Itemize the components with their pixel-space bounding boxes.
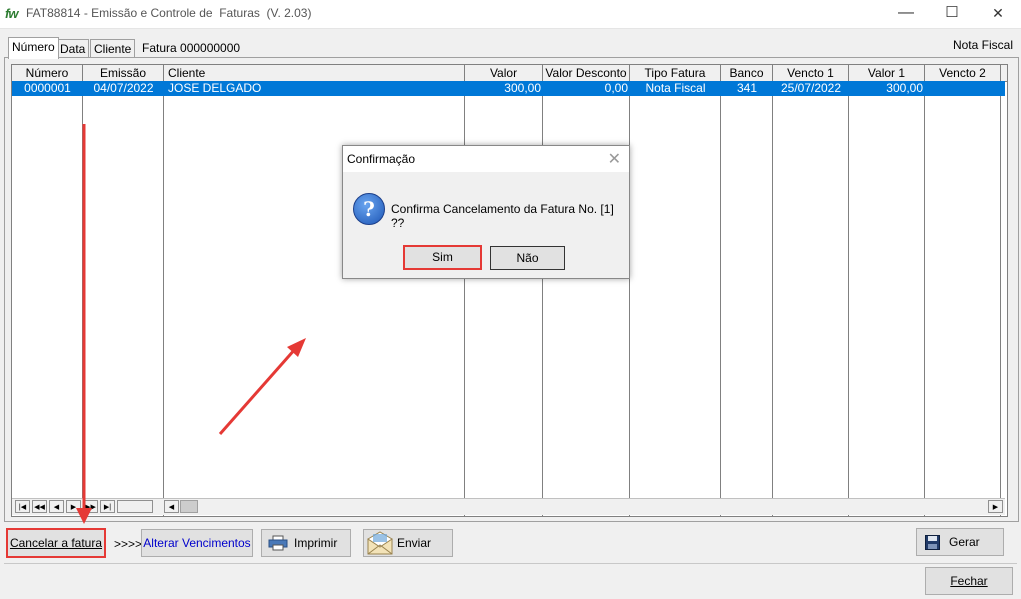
cell-valor-desconto: 0,00: [604, 81, 628, 95]
next-page-button[interactable]: ▶▶: [83, 500, 98, 513]
envelope-icon: [367, 531, 393, 555]
header-numero[interactable]: Número: [12, 65, 83, 81]
column-divider: [82, 65, 83, 516]
cell-cliente: JOSE DELGADO: [168, 81, 262, 95]
column-divider: [629, 65, 630, 516]
scroll-right-icon[interactable]: ▶: [988, 500, 1003, 513]
dialog-title: Confirmação: [347, 152, 416, 166]
tab-data[interactable]: Data: [56, 39, 90, 58]
column-divider: [163, 65, 164, 516]
table-row[interactable]: 0000001 04/07/2022 JOSE DELGADO 300,00 0…: [12, 81, 1005, 96]
cell-valor-1: 300,00: [886, 81, 923, 95]
enviar-button[interactable]: Enviar: [363, 529, 453, 557]
printer-icon: [268, 535, 288, 551]
close-button[interactable]: ✕: [975, 0, 1021, 28]
scrollbar-thumb[interactable]: [180, 500, 198, 513]
prev-record-button[interactable]: ◀: [49, 500, 64, 513]
dialog-no-button[interactable]: Não: [490, 246, 565, 270]
divider: [4, 563, 1017, 564]
next-record-button[interactable]: ▶: [66, 500, 81, 513]
cell-emissao: 04/07/2022: [93, 81, 154, 95]
prev-page-button[interactable]: ◀◀: [32, 500, 47, 513]
scroll-left-icon[interactable]: ◀: [164, 500, 179, 513]
first-record-button[interactable]: |◀: [15, 500, 30, 513]
dialog-close-icon[interactable]: ✕: [608, 149, 621, 169]
column-divider: [1000, 65, 1001, 516]
header-cliente[interactable]: Cliente: [164, 65, 465, 81]
header-emissao[interactable]: Emissão: [83, 65, 164, 81]
cell-banco: 341: [736, 81, 758, 95]
header-vencto-2[interactable]: Vencto 2: [925, 65, 1001, 81]
dialog-body: ? Confirma Cancelamento da Fatura No. [1…: [343, 172, 629, 278]
maximize-button[interactable]: ☐: [929, 0, 975, 28]
confirmation-dialog: Confirmação ✕ ? Confirma Cancelamento da…: [342, 145, 630, 279]
header-vencto-1[interactable]: Vencto 1: [773, 65, 849, 81]
column-divider: [772, 65, 773, 516]
last-record-button[interactable]: ▶|: [100, 500, 115, 513]
header-valor-desconto[interactable]: Valor Desconto: [543, 65, 630, 81]
cell-vencto-1: 25/07/2022: [780, 81, 842, 95]
column-divider: [924, 65, 925, 516]
enviar-label: Enviar: [397, 536, 432, 550]
title-bar: fw FAT88814 - Emissão e Controle de Fatu…: [0, 0, 1021, 29]
column-divider: [720, 65, 721, 516]
tab-cliente[interactable]: Cliente: [90, 39, 136, 58]
minimize-button[interactable]: —: [883, 0, 929, 28]
dialog-message: Confirma Cancelamento da Fatura No. [1] …: [391, 202, 614, 230]
column-divider: [464, 65, 465, 516]
fechar-label: Fechar: [950, 574, 988, 588]
cell-tipo-fatura: Nota Fiscal: [645, 81, 706, 95]
fechar-button[interactable]: Fechar: [925, 567, 1013, 595]
cell-numero: 0000001: [24, 81, 71, 95]
tipo-fatura-label: Nota Fiscal: [952, 38, 1013, 52]
alterar-vencimentos-button[interactable]: Alterar Vencimentos: [141, 529, 253, 557]
cancelar-fatura-button[interactable]: Cancelar a fatura: [6, 528, 106, 558]
arrows-label: >>>>: [114, 537, 143, 551]
grid-navigation-bar: |◀ ◀◀ ◀ ▶ ▶▶ ▶| ◀ ▶: [12, 498, 1005, 515]
invoice-grid[interactable]: Número Emissão Cliente Valor Valor Desco…: [11, 64, 1008, 517]
cancelar-fatura-label: Cancelar a fatura: [9, 536, 103, 550]
app-logo: fw: [5, 6, 18, 21]
dialog-title-bar: Confirmação ✕: [343, 146, 629, 172]
imprimir-label: Imprimir: [294, 536, 338, 550]
save-icon: [925, 535, 940, 550]
question-icon: ?: [353, 193, 385, 225]
tab-numero[interactable]: Número: [8, 37, 59, 59]
grid-header: Número Emissão Cliente Valor Valor Desco…: [12, 65, 1007, 82]
nav-extra-button[interactable]: [117, 500, 153, 513]
gerar-label: Gerar: [949, 535, 980, 549]
header-banco[interactable]: Banco: [721, 65, 773, 81]
imprimir-button[interactable]: Imprimir: [261, 529, 351, 557]
column-divider: [848, 65, 849, 516]
column-divider: [542, 65, 543, 516]
cell-valor: 300,00: [504, 81, 541, 95]
cell-vencto-2: [925, 81, 1001, 96]
header-valor-1[interactable]: Valor 1: [849, 65, 925, 81]
gerar-button[interactable]: Gerar: [916, 528, 1004, 556]
fatura-number-label: Fatura 000000000: [142, 41, 241, 55]
header-tipo-fatura[interactable]: Tipo Fatura: [630, 65, 721, 81]
dialog-yes-button[interactable]: Sim: [403, 245, 482, 270]
header-valor[interactable]: Valor: [465, 65, 543, 81]
window-title: FAT88814 - Emissão e Controle de Faturas…: [26, 6, 312, 20]
